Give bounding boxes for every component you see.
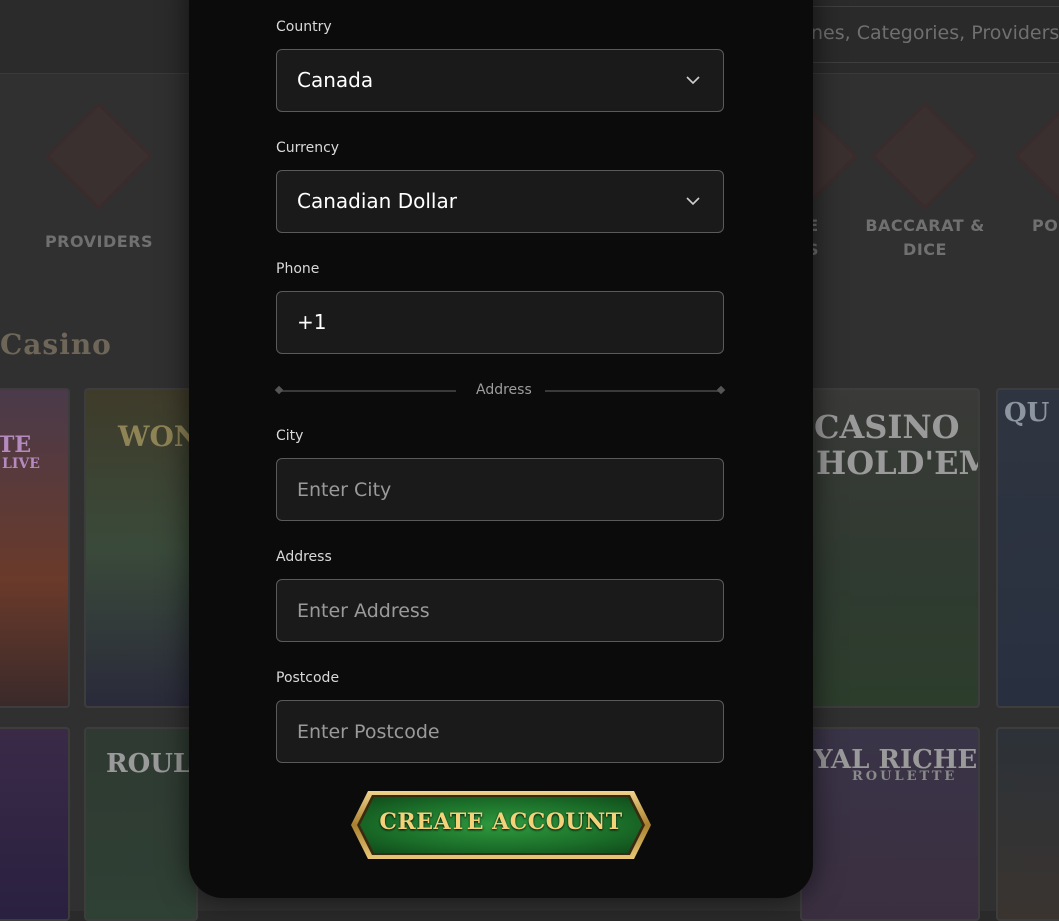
address-label: Address [276,549,332,565]
postcode-field[interactable] [276,700,724,763]
tile-title: WOND [118,420,198,453]
currency-value: Canadian Dollar [297,189,457,213]
baccarat-icon [871,102,979,210]
category-label: PROVIDERS [44,232,154,251]
category-label: PO [1032,216,1059,235]
chevron-down-icon [686,197,700,206]
game-tile[interactable]: CASINO HOLD'EM [800,388,980,708]
phone-input[interactable]: +1 [276,291,724,354]
category-poker[interactable]: PO [1000,100,1059,238]
postcode-input[interactable] [277,701,723,762]
tile-subtitle: ROULETTE [852,769,958,784]
game-tile[interactable] [0,727,70,921]
country-value: Canada [297,68,374,92]
city-field[interactable] [276,458,724,521]
game-tile[interactable]: QU [996,388,1059,708]
create-account-button[interactable]: CREATE ACCOUNT [350,790,652,860]
tile-title: CASINO [814,408,960,446]
category-label: BACCARAT & DICE [865,216,985,259]
tile-title: QU [1004,398,1050,428]
address-field[interactable] [276,579,724,642]
country-label: Country [276,19,332,35]
background-search-input[interactable]: nes, Categories, Providers [800,6,1059,63]
category-baccarat-dice[interactable]: BACCARAT & DICE [865,100,985,262]
address-section-label: Address [476,382,532,398]
address-input[interactable] [277,580,723,641]
game-tile[interactable]: TE LIVE [0,388,70,708]
country-select[interactable]: Canada [276,49,724,112]
background-search-placeholder: nes, Categories, Providers [811,22,1059,44]
game-tile[interactable]: WOND [84,388,198,708]
chevron-down-icon [686,76,700,85]
postcode-label: Postcode [276,670,340,686]
divider-line-left [279,390,456,392]
section-title: Casino [0,328,112,361]
city-label: City [276,428,304,444]
game-tile[interactable]: ROULE [84,727,198,921]
phone-label: Phone [276,261,320,277]
poker-icon [1014,102,1059,210]
game-tile[interactable] [996,727,1059,921]
game-tile[interactable]: YAL RICHES ROULETTE [800,727,980,921]
tile-subtitle: LIVE [2,456,40,472]
registration-modal [189,0,813,898]
divider-line-right [545,390,722,392]
tile-subtitle: HOLD'EM [816,444,980,482]
phone-value: +1 [297,310,327,334]
currency-select[interactable]: Canadian Dollar [276,170,724,233]
tile-title: TE [0,432,32,458]
providers-icon [45,102,153,210]
create-account-label: CREATE ACCOUNT [379,809,623,835]
city-input[interactable] [277,459,723,520]
currency-label: Currency [276,140,340,156]
tile-title: ROULE [106,749,196,779]
category-providers[interactable]: PROVIDERS [39,100,159,254]
